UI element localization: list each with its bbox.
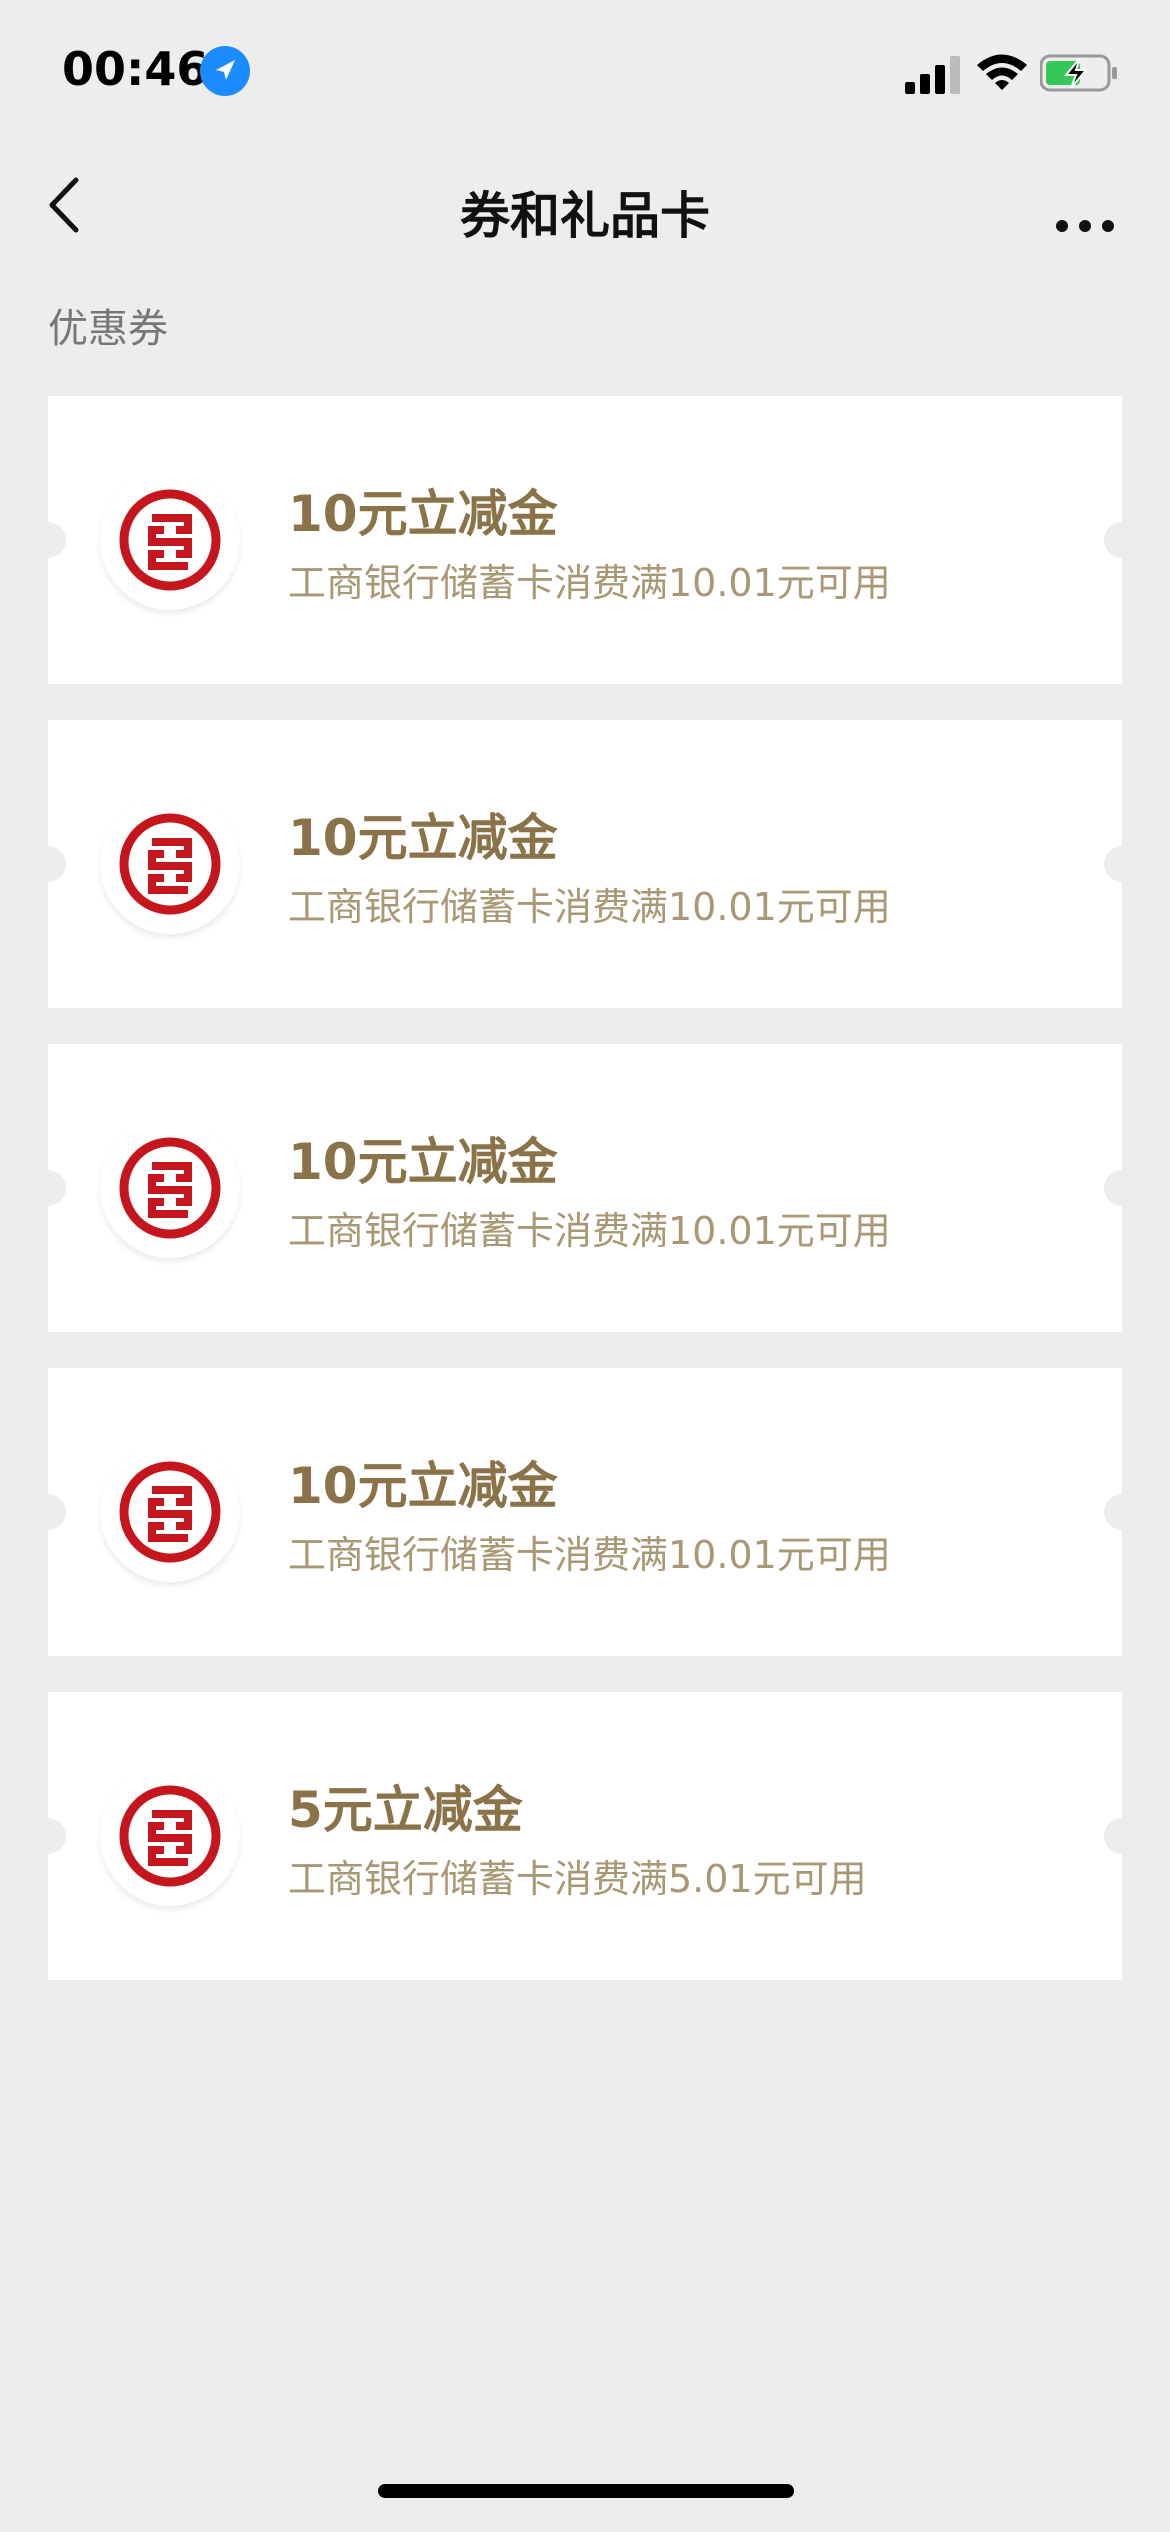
section-title-coupons: 优惠券 bbox=[48, 306, 168, 352]
coupon-card[interactable]: 10元立减金 工商银行储蓄卡消费满10.01元可用 bbox=[30, 1368, 1140, 1656]
icbc-logo-icon bbox=[100, 1442, 240, 1582]
cellular-signal-icon bbox=[905, 56, 960, 94]
coupon-card[interactable]: 10元立减金 工商银行储蓄卡消费满10.01元可用 bbox=[30, 720, 1140, 1008]
icbc-logo-icon bbox=[100, 794, 240, 934]
wifi-icon bbox=[977, 54, 1027, 90]
coupon-title: 10元立减金 bbox=[288, 1457, 558, 1515]
coupon-description: 工商银行储蓄卡消费满10.01元可用 bbox=[288, 1209, 891, 1253]
coupon-description: 工商银行储蓄卡消费满5.01元可用 bbox=[288, 1857, 867, 1901]
coupon-description: 工商银行储蓄卡消费满10.01元可用 bbox=[288, 1533, 891, 1577]
icbc-logo-icon bbox=[100, 470, 240, 610]
coupon-description: 工商银行储蓄卡消费满10.01元可用 bbox=[288, 561, 891, 605]
status-time: 00:46 bbox=[62, 42, 209, 96]
coupon-card[interactable]: 10元立减金 工商银行储蓄卡消费满10.01元可用 bbox=[30, 396, 1140, 684]
location-arrow-icon bbox=[200, 46, 250, 96]
icbc-logo-icon bbox=[100, 1766, 240, 1906]
coupon-description: 工商银行储蓄卡消费满10.01元可用 bbox=[288, 885, 891, 929]
battery-charging-icon bbox=[1040, 54, 1117, 92]
page-title: 券和礼品卡 bbox=[460, 187, 710, 245]
more-options-button[interactable] bbox=[1050, 170, 1120, 240]
coupon-card[interactable]: 10元立减金 工商银行储蓄卡消费满10.01元可用 bbox=[30, 1044, 1140, 1332]
coupon-title: 10元立减金 bbox=[288, 485, 558, 543]
coupon-title: 5元立减金 bbox=[288, 1781, 523, 1839]
coupon-list: 10元立减金 工商银行储蓄卡消费满10.01元可用 10元立减金 工商银行储蓄卡… bbox=[30, 396, 1140, 2016]
status-bar: 00:46 bbox=[0, 0, 1170, 150]
coupon-title: 10元立减金 bbox=[288, 1133, 558, 1191]
nav-bar: 券和礼品卡 bbox=[0, 150, 1170, 265]
icbc-logo-icon bbox=[100, 1118, 240, 1258]
coupon-title: 10元立减金 bbox=[288, 809, 558, 867]
home-indicator[interactable] bbox=[378, 2484, 794, 2498]
coupon-card[interactable]: 5元立减金 工商银行储蓄卡消费满5.01元可用 bbox=[30, 1692, 1140, 1980]
